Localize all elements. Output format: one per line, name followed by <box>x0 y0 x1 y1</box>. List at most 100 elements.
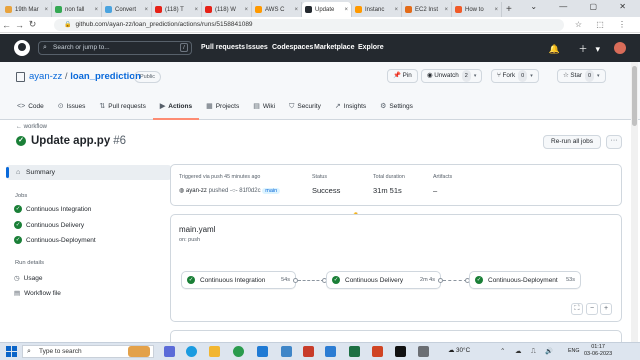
tab-code[interactable]: <> Code <box>10 97 51 120</box>
tab-settings[interactable]: ⚙ Settings <box>373 97 420 120</box>
close-tab-icon[interactable]: × <box>144 7 148 13</box>
browser-tab-label: EC2 Inst <box>415 6 439 13</box>
close-tab-icon[interactable]: × <box>394 7 398 13</box>
back-to-workflow-link[interactable]: ← workflow <box>16 124 47 130</box>
windows-start-icon[interactable] <box>6 346 17 357</box>
browser-tab[interactable]: EC2 Inst × <box>402 2 452 17</box>
close-tab-icon[interactable]: × <box>294 7 298 13</box>
terminal-icon[interactable] <box>395 346 406 357</box>
close-tab-icon[interactable]: × <box>194 7 198 13</box>
browser-tab[interactable]: How to × <box>452 2 502 17</box>
tab-insights[interactable]: ↗ Insights <box>328 97 373 120</box>
repo-header: ayan-zz / loan_prediction Public 📌 Pin ◉… <box>0 62 640 120</box>
nav-marketplace[interactable]: Marketplace <box>314 44 354 51</box>
scrollbar-thumb[interactable] <box>632 66 637 126</box>
app-icon[interactable] <box>418 346 429 357</box>
graph-job-continuous-deployment[interactable]: ✓ Continuous-Deployment 53s <box>469 271 581 289</box>
actor-link[interactable]: ayan-zz <box>186 188 207 194</box>
graph-job-continuous-integration[interactable]: ✓ Continuous Integration 54s <box>181 271 296 289</box>
browser-tab[interactable]: (118) W × <box>202 2 252 17</box>
close-tab-icon[interactable]: × <box>244 7 248 13</box>
browser-tab[interactable]: Update × <box>302 2 352 17</box>
search-icon: ⌕ <box>27 348 31 355</box>
notification-and-create-icons[interactable]: 🔔 ＋▾ <box>549 42 608 55</box>
tab-wiki[interactable]: ▤ Wiki <box>246 97 282 120</box>
system-tray-icons[interactable]: ⌃ ☁ ⎍ 🔊 <box>500 347 557 356</box>
close-tab-icon[interactable]: × <box>494 7 498 13</box>
forward-icon[interactable]: → <box>13 20 26 30</box>
browser-tab[interactable]: non fall × <box>52 2 102 17</box>
github-header: ⌕ Search or jump to... / Pull requests I… <box>0 34 640 62</box>
success-check-icon: ✓ <box>14 221 22 229</box>
close-tab-icon[interactable]: × <box>344 7 348 13</box>
edge-icon[interactable] <box>186 346 197 357</box>
run-info-box: Triggered via push 45 minutes ago ◍ ayan… <box>170 164 622 206</box>
sidebar-item-summary[interactable]: ⌂ Summary <box>6 165 172 180</box>
unwatch-button[interactable]: ◉ Unwatch 2 ▾ <box>421 69 483 83</box>
tab-security[interactable]: ⛉ Security <box>282 97 328 120</box>
zoom-out-button[interactable]: − <box>586 303 598 315</box>
window-controls[interactable]: ⌄ — ▢ ✕ <box>530 2 636 11</box>
star-button[interactable]: ☆ Star 0 ▾ <box>557 69 606 83</box>
sidebar-job-continuous-integration[interactable]: ✓ Continuous Integration <box>14 205 91 213</box>
fork-button[interactable]: ⑂ Fork 0 ▾ <box>491 69 539 83</box>
sidebar-job-label: Continuous-Deployment <box>26 236 96 244</box>
fullscreen-icon[interactable]: ⛶ <box>571 303 583 315</box>
nav-issues[interactable]: Issues <box>246 44 268 51</box>
powerpoint-icon[interactable] <box>372 346 383 357</box>
nav-codespaces[interactable]: Codespaces <box>272 44 313 51</box>
tab-pull-requests[interactable]: ⇅ Pull requests <box>92 97 152 120</box>
app-icon[interactable] <box>281 346 292 357</box>
word-icon[interactable] <box>325 346 336 357</box>
browser-tab[interactable]: (118) T × <box>152 2 202 17</box>
browser-tab-label: Update <box>315 6 335 13</box>
insights-icon: ↗ <box>334 103 341 110</box>
sidebar-job-continuous-deployment[interactable]: ✓ Continuous-Deployment <box>14 236 96 244</box>
taskbar-clock[interactable]: 01:17 03-06-2023 <box>584 344 612 358</box>
zoom-in-button[interactable]: + <box>600 303 612 315</box>
chrome-icon[interactable] <box>233 346 244 357</box>
tab-issues[interactable]: ⊙ Issues <box>51 97 93 120</box>
browser-tab[interactable]: 19th Mar × <box>2 2 52 17</box>
nav-explore[interactable]: Explore <box>358 44 384 51</box>
tab-projects[interactable]: ▦ Projects <box>199 97 246 120</box>
browser-extension-icons[interactable]: ☆ ⬚ ⋮ <box>575 20 632 29</box>
browser-tab[interactable]: AWS C × <box>252 2 302 17</box>
new-tab-button[interactable]: + <box>506 2 512 17</box>
github-search-input[interactable]: ⌕ Search or jump to... / <box>38 41 192 55</box>
sidebar-item-usage[interactable]: ◷ Usage <box>14 274 42 282</box>
duration-label: Total duration <box>373 174 405 180</box>
commit-sha-link[interactable]: -○- 81f0d2c <box>230 188 261 194</box>
vscode-icon[interactable] <box>257 346 268 357</box>
browser-tab[interactable]: Convert × <box>102 2 152 17</box>
github-logo-icon[interactable] <box>14 40 30 56</box>
reload-icon[interactable]: ↻ <box>26 19 39 30</box>
repo-owner-link[interactable]: ayan-zz <box>29 71 62 82</box>
file-explorer-icon[interactable] <box>209 346 220 357</box>
close-tab-icon[interactable]: × <box>44 7 48 13</box>
artifacts-label: Artifacts <box>433 174 453 180</box>
pin-button[interactable]: 📌 Pin <box>387 69 418 83</box>
close-tab-icon[interactable]: × <box>444 7 448 13</box>
task-view-icon[interactable] <box>164 346 175 357</box>
repo-tab-label: Pull requests <box>108 103 146 110</box>
browser-tab[interactable]: Instanc × <box>352 2 402 17</box>
weather-widget[interactable]: ☁ 30°C <box>448 347 470 354</box>
sidebar-item-workflow-file[interactable]: ▤ Workflow file <box>14 289 61 297</box>
nav-pull-requests[interactable]: Pull requests <box>201 44 245 51</box>
sidebar-job-continuous-delivery[interactable]: ✓ Continuous Delivery <box>14 221 84 229</box>
tab-actions[interactable]: ▶ Actions <box>152 97 200 120</box>
back-icon[interactable]: ← <box>0 20 13 30</box>
language-indicator[interactable]: ENG <box>568 348 579 354</box>
branch-badge[interactable]: main <box>262 188 281 194</box>
graph-job-continuous-delivery[interactable]: ✓ Continuous Delivery 2m 4s <box>326 271 441 289</box>
repo-name-link[interactable]: loan_prediction <box>70 71 141 82</box>
app-icon[interactable] <box>303 346 314 357</box>
avatar[interactable] <box>614 42 626 54</box>
excel-icon[interactable] <box>349 346 360 357</box>
unwatch-label: Unwatch <box>434 72 459 79</box>
rerun-all-jobs-button[interactable]: Re-run all jobs <box>543 135 601 149</box>
kebab-menu-button[interactable]: ··· <box>606 135 622 149</box>
close-tab-icon[interactable]: × <box>94 7 98 13</box>
url-field[interactable]: 🔒 github.com/ayan-zz/loan_prediction/acti… <box>54 19 564 31</box>
